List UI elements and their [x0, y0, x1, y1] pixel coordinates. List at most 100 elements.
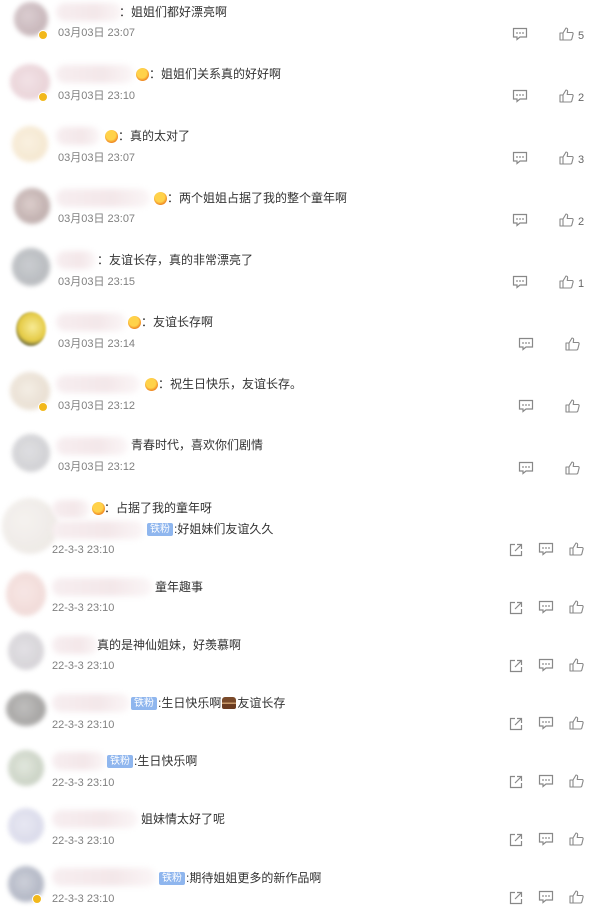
- username-blurred[interactable]: [52, 500, 90, 518]
- verified-badge-icon: [32, 894, 42, 904]
- thumbs-up-icon[interactable]: [569, 774, 584, 788]
- comment-item: ：友谊长存，真的非常漂亮了 03月03日 23:15 1: [0, 248, 600, 310]
- emoji-icon: [145, 378, 158, 391]
- share-icon[interactable]: [509, 659, 523, 673]
- username-blurred[interactable]: [52, 868, 156, 886]
- username-blurred[interactable]: [56, 437, 128, 455]
- comment-text: ：两个姐姐占据了我的整个童年啊: [167, 191, 348, 205]
- username-blurred[interactable]: [56, 313, 126, 331]
- share-icon[interactable]: [509, 891, 523, 905]
- thumbs-up-icon[interactable]: [565, 399, 580, 413]
- avatar[interactable]: [16, 312, 46, 346]
- thumbs-up-icon[interactable]: [559, 275, 574, 289]
- thumbs-up-icon[interactable]: [565, 337, 580, 351]
- verified-badge-icon: [38, 30, 48, 40]
- comment-time: 03月03日 23:15: [58, 276, 136, 288]
- share-icon[interactable]: [509, 717, 523, 731]
- comment-text: ：友谊长存，真的非常漂亮了: [97, 253, 254, 267]
- repost-item: ：占据了我的童年呀 铁粉:好姐妹们友谊久久 22-3-3 23:10: [0, 496, 600, 566]
- repost-item: 铁粉:生日快乐啊 22-3-3 23:10: [0, 740, 600, 798]
- thumbs-up-icon[interactable]: [569, 658, 584, 672]
- thumbs-up-icon[interactable]: [569, 600, 584, 614]
- repost-time: 22-3-3 23:10: [52, 660, 115, 672]
- username-blurred[interactable]: [56, 127, 100, 145]
- comment-icon[interactable]: [512, 213, 528, 227]
- comment-icon[interactable]: [538, 890, 554, 904]
- avatar[interactable]: [12, 126, 48, 162]
- repost-text: 铁粉:期待姐姐更多的新作品啊: [159, 870, 321, 886]
- share-icon[interactable]: [509, 775, 523, 789]
- thumbs-up-icon[interactable]: [565, 461, 580, 475]
- comment-icon[interactable]: [518, 337, 534, 351]
- comment-icon[interactable]: [512, 275, 528, 289]
- avatar[interactable]: [6, 692, 46, 726]
- thumbs-up-icon[interactable]: [559, 151, 574, 165]
- avatar[interactable]: [12, 434, 50, 472]
- comment-icon[interactable]: [512, 27, 528, 41]
- emoji-icon: [154, 192, 167, 205]
- username-blurred[interactable]: [52, 521, 144, 539]
- thumbs-up-icon[interactable]: [559, 89, 574, 103]
- share-icon[interactable]: [509, 601, 523, 615]
- username-blurred[interactable]: [52, 694, 130, 712]
- comment-icon[interactable]: [538, 658, 554, 672]
- thumbs-up-icon[interactable]: [559, 213, 574, 227]
- comment-text: ：姐姐们都好漂亮啊: [119, 5, 228, 19]
- comment-time: 03月03日 23:10: [58, 90, 136, 102]
- username-blurred[interactable]: [52, 752, 106, 770]
- comment-text: ：祝生日快乐，友谊长存。: [158, 377, 303, 391]
- thumbs-up-icon[interactable]: [569, 716, 584, 730]
- repost-text: 姐妹情太好了呢: [141, 812, 226, 826]
- comment-time: 03月03日 23:12: [58, 400, 136, 412]
- comment-icon[interactable]: [518, 461, 534, 475]
- repost-item: 姐妹情太好了呢 22-3-3 23:10: [0, 798, 600, 856]
- avatar[interactable]: [8, 808, 44, 844]
- comment-text: ：友谊长存啊: [141, 315, 214, 329]
- avatar[interactable]: [8, 750, 44, 786]
- username-blurred[interactable]: [52, 578, 152, 596]
- repost-time: 22-3-3 23:10: [52, 719, 115, 731]
- comment-icon[interactable]: [518, 399, 534, 413]
- comment-time: 03月03日 23:07: [58, 213, 136, 225]
- comment-text: 青春时代，喜欢你们剧情: [131, 438, 264, 452]
- repost-time: 22-3-3 23:10: [52, 777, 115, 789]
- avatar[interactable]: [2, 498, 58, 554]
- thumbs-up-icon[interactable]: [569, 890, 584, 904]
- username-blurred[interactable]: [56, 65, 134, 83]
- avatar[interactable]: [6, 572, 46, 616]
- comment-item: ：祝生日快乐，友谊长存。 03月03日 23:12: [0, 372, 600, 434]
- avatar[interactable]: [14, 188, 50, 224]
- thumbs-up-icon[interactable]: [559, 27, 574, 41]
- username-blurred[interactable]: [56, 189, 150, 207]
- like-count: 2: [578, 216, 585, 228]
- comment-icon[interactable]: [538, 600, 554, 614]
- like-count: 3: [578, 154, 585, 166]
- emoji-icon: [105, 130, 118, 143]
- comment-item: ：友谊长存啊 03月03日 23:14: [0, 310, 600, 372]
- username-blurred[interactable]: [56, 375, 140, 393]
- repost-item: 铁粉:期待姐姐更多的新作品啊 22-3-3 23:10: [0, 856, 600, 923]
- like-count: 1: [578, 278, 585, 290]
- thumbs-up-icon[interactable]: [569, 832, 584, 846]
- username-blurred[interactable]: [56, 251, 96, 269]
- thumbs-up-icon[interactable]: [569, 542, 584, 556]
- comment-icon[interactable]: [512, 151, 528, 165]
- comment-icon[interactable]: [538, 542, 554, 556]
- comment-icon[interactable]: [538, 716, 554, 730]
- comment-icon[interactable]: [512, 89, 528, 103]
- repost-item: 铁粉:生日快乐啊 友谊长存 22-3-3 23:10: [0, 682, 600, 740]
- avatar[interactable]: [8, 632, 44, 670]
- avatar[interactable]: [12, 248, 50, 286]
- comment-text: ：姐姐们关系真的好好啊: [149, 67, 282, 81]
- share-icon[interactable]: [509, 833, 523, 847]
- username-blurred[interactable]: [52, 810, 138, 828]
- username-blurred[interactable]: [56, 3, 122, 21]
- comment-icon[interactable]: [538, 832, 554, 846]
- repost-item: 童年趣事 22-3-3 23:10: [0, 566, 600, 624]
- share-icon[interactable]: [509, 543, 523, 557]
- fan-badge: 铁粉: [131, 697, 157, 710]
- comment-icon[interactable]: [538, 774, 554, 788]
- like-count: 5: [578, 30, 585, 42]
- username-blurred[interactable]: [52, 636, 98, 654]
- emoji-icon: [128, 316, 141, 329]
